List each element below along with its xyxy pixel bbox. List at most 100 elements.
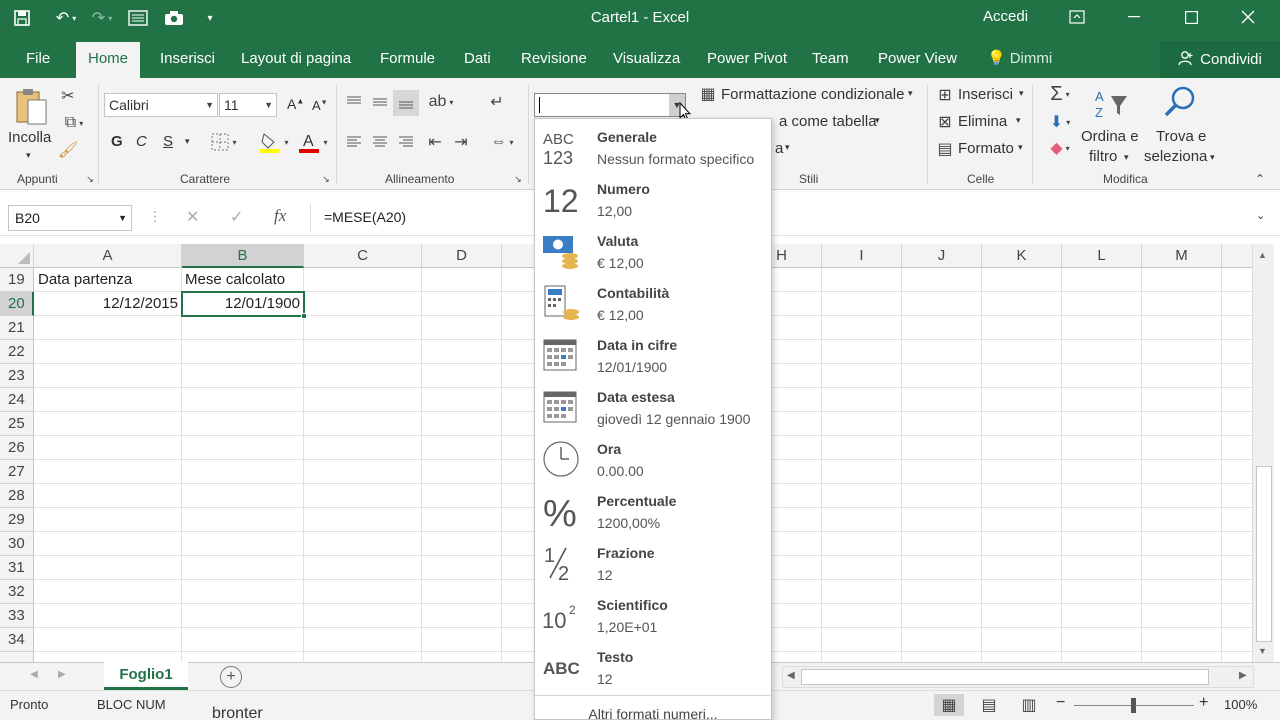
more-options-icon[interactable]: ⋮ — [148, 208, 162, 225]
align-right-icon[interactable] — [396, 132, 416, 152]
italic-button[interactable]: C — [136, 133, 147, 150]
column-header[interactable]: M — [1142, 244, 1222, 268]
clear-icon[interactable]: ◆ ▾ — [1042, 138, 1078, 158]
tab-review[interactable]: Revisione — [509, 42, 599, 78]
delete-cells-icon[interactable]: ⊠ — [935, 112, 955, 132]
copy-icon[interactable]: ⧉ ▾ — [58, 113, 90, 133]
prev-sheet-icon[interactable]: ◀ — [30, 669, 38, 680]
insert-cells-label[interactable]: Inserisci — [958, 86, 1013, 103]
scroll-up-icon[interactable]: ▲ — [1258, 250, 1267, 260]
format-option-accounting[interactable]: Contabilità € 12,00 — [535, 275, 771, 327]
column-header[interactable]: K — [982, 244, 1062, 268]
autosum-icon[interactable]: Σ ▾ — [1042, 83, 1078, 105]
font-launcher-icon[interactable]: ↘ — [320, 172, 332, 186]
close-icon[interactable] — [1225, 0, 1271, 34]
find-select-icon[interactable] — [1160, 82, 1200, 122]
share-button[interactable]: Condividi — [1160, 41, 1280, 78]
alignment-launcher-icon[interactable]: ↘ — [512, 172, 524, 186]
find-select-label-2[interactable]: seleziona — [1144, 148, 1207, 165]
zoom-in-icon[interactable]: + — [1199, 694, 1208, 712]
row-header[interactable]: 23 — [0, 364, 34, 388]
tab-page-layout[interactable]: Layout di pagina — [229, 42, 363, 78]
format-as-table-label[interactable]: a come tabella — [779, 113, 877, 130]
select-all-corner[interactable] — [0, 244, 34, 268]
fill-handle[interactable] — [301, 313, 307, 319]
add-sheet-icon[interactable]: + — [220, 666, 242, 688]
expand-formula-bar-icon[interactable]: ⌄ — [1256, 209, 1265, 222]
sort-filter-label-2[interactable]: filtro — [1089, 148, 1117, 165]
tab-data[interactable]: Dati — [452, 42, 503, 78]
row-header[interactable]: 26 — [0, 436, 34, 460]
format-painter-icon[interactable]: 🖌 — [58, 140, 78, 160]
scroll-down-icon[interactable]: ▼ — [1258, 646, 1267, 656]
find-dropdown-icon[interactable]: ▾ — [1210, 152, 1215, 163]
enter-formula-icon[interactable]: ✓ — [230, 207, 243, 227]
more-number-formats-link[interactable]: Altri formati numeri... — [535, 695, 771, 720]
minimize-icon[interactable] — [1111, 0, 1157, 34]
format-option-percentage[interactable]: % Percentuale 1200,00% — [535, 483, 771, 535]
horizontal-scrollbar[interactable]: ◀ ▶ — [782, 666, 1254, 688]
row-header[interactable]: 34 — [0, 628, 34, 652]
borders-icon[interactable]: ▾ — [206, 132, 242, 152]
ribbon-display-icon[interactable] — [1054, 0, 1100, 34]
zoom-slider-thumb[interactable] — [1131, 698, 1136, 713]
format-dropdown-icon[interactable]: ▾ — [1018, 142, 1023, 153]
column-header[interactable]: D — [422, 244, 502, 268]
sort-dropdown-icon[interactable]: ▾ — [1124, 152, 1129, 163]
row-header[interactable]: 27 — [0, 460, 34, 484]
insert-dropdown-icon[interactable]: ▾ — [1019, 88, 1024, 99]
sheet-tab-foglio1[interactable]: Foglio1 — [104, 662, 188, 690]
row-header[interactable]: 29 — [0, 508, 34, 532]
format-option-number[interactable]: 12 Numero 12,00 — [535, 171, 771, 223]
delete-dropdown-icon[interactable]: ▾ — [1016, 115, 1021, 126]
align-top-icon[interactable] — [344, 92, 364, 112]
grow-font-icon[interactable]: A▲ — [287, 96, 304, 112]
row-header[interactable]: 30 — [0, 532, 34, 556]
underline-button[interactable]: S — [163, 133, 173, 150]
align-left-icon[interactable] — [344, 132, 364, 152]
merge-center-icon[interactable]: ⇔ ▾ — [484, 132, 520, 152]
conditional-format-dropdown-icon[interactable]: ▾ — [908, 88, 913, 99]
zoom-out-icon[interactable]: − — [1056, 694, 1065, 712]
row-header[interactable]: 20 — [0, 292, 34, 316]
column-header[interactable]: L — [1062, 244, 1142, 268]
row-header[interactable]: 32 — [0, 580, 34, 604]
normal-view-icon[interactable]: ▦ — [934, 694, 964, 716]
cell-b19[interactable]: Mese calcolato — [182, 268, 304, 292]
paste-dropdown-icon[interactable]: ▾ — [26, 150, 31, 161]
bold-button[interactable]: G — [111, 133, 123, 150]
row-header[interactable] — [0, 652, 34, 662]
clipboard-launcher-icon[interactable]: ↘ — [84, 172, 96, 186]
page-layout-view-icon[interactable]: ▤ — [976, 694, 1002, 716]
scroll-thumb[interactable] — [1256, 466, 1272, 642]
column-header[interactable] — [1222, 244, 1252, 268]
scroll-left-icon[interactable]: ◀ — [787, 670, 795, 681]
next-sheet-icon[interactable]: ▶ — [58, 669, 66, 680]
format-option-general[interactable]: ABC 123 Generale Nessun formato specifico — [535, 119, 771, 171]
insert-function-icon[interactable]: fx — [274, 206, 286, 226]
column-header[interactable]: J — [902, 244, 982, 268]
column-header[interactable]: I — [822, 244, 902, 268]
column-header[interactable]: A — [34, 244, 182, 268]
paste-label[interactable]: Incolla — [8, 129, 51, 146]
fill-color-icon[interactable]: ▾ — [254, 130, 294, 154]
cell-a20[interactable]: 12/12/2015 — [35, 292, 181, 316]
zoom-level[interactable]: 100% — [1224, 697, 1257, 712]
conditional-format-icon[interactable]: ▦ — [698, 84, 718, 104]
tab-power-pivot[interactable]: Power Pivot — [695, 42, 799, 78]
row-header[interactable]: 21 — [0, 316, 34, 340]
vertical-scrollbar[interactable]: ▲ ▼ — [1252, 244, 1274, 662]
format-option-short-date[interactable]: Data in cifre 12/01/1900 — [535, 327, 771, 379]
row-header[interactable]: 22 — [0, 340, 34, 364]
row-header[interactable]: 24 — [0, 388, 34, 412]
orientation-icon[interactable]: ab ▾ — [424, 92, 458, 112]
row-header[interactable]: 33 — [0, 604, 34, 628]
cancel-formula-icon[interactable]: ✕ — [186, 207, 199, 227]
cut-icon[interactable]: ✂ — [58, 86, 78, 106]
number-format-combo[interactable]: ▼ — [534, 93, 686, 117]
decrease-indent-icon[interactable]: ⇤ — [424, 132, 446, 152]
row-header[interactable]: 28 — [0, 484, 34, 508]
find-select-label[interactable]: Trova e — [1156, 128, 1206, 145]
format-as-table-dropdown-icon[interactable]: ▾ — [875, 115, 880, 126]
cell-styles-label[interactable]: a — [775, 140, 783, 157]
